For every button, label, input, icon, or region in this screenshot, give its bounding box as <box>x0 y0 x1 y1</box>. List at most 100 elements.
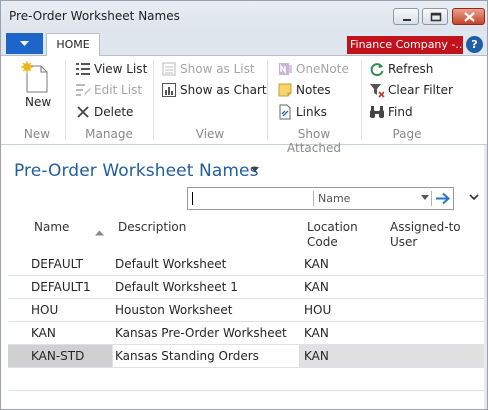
view-list-button[interactable]: View List <box>75 60 147 78</box>
apply-filter-arrow-icon[interactable] <box>434 191 452 206</box>
cell-description: Kansas Standing Orders <box>115 349 259 363</box>
search-input[interactable] <box>194 191 309 207</box>
onenote-icon <box>279 63 292 75</box>
cell-location-code: HOU <box>304 303 332 317</box>
help-icon[interactable]: ? <box>466 36 483 53</box>
filter-divider <box>431 191 432 206</box>
table-row[interactable]: DEFAULT Default Worksheet KAN <box>8 253 484 275</box>
chart-icon <box>162 83 176 97</box>
new-button-label: New <box>25 95 52 109</box>
new-document-icon <box>21 61 48 93</box>
column-header-location-code-line1: Location <box>307 220 358 234</box>
expand-filter-icon[interactable] <box>469 194 479 201</box>
company-badge[interactable]: Finance Company -... <box>347 36 463 54</box>
group-label-show-attached: Show Attached <box>287 127 341 155</box>
table-row[interactable]: DEFAULT1 Default Worksheet 1 KAN <box>8 276 484 298</box>
column-header-location-code-line2: Code <box>307 235 338 249</box>
cell-name: HOU <box>31 303 59 317</box>
list-icon <box>162 62 176 76</box>
column-header-assigned-to-user-line2: User <box>390 235 418 249</box>
delete-icon <box>77 106 89 118</box>
row-divider <box>8 367 484 368</box>
title-dropdown-icon[interactable] <box>251 167 259 173</box>
cell-name: KAN-STD <box>31 349 85 363</box>
cell-name: DEFAULT1 <box>31 280 91 294</box>
cell-location-code: KAN <box>304 257 329 271</box>
cell-description: Houston Worksheet <box>115 303 233 317</box>
minimize-icon <box>403 19 411 21</box>
maximize-icon <box>430 12 442 22</box>
group-divider <box>267 60 268 140</box>
title-bar: Pre-Order Worksheet Names <box>1 1 487 31</box>
group-label-page: Page <box>392 127 422 141</box>
clear-filter-button[interactable]: Clear Filter <box>369 81 453 99</box>
links-label: Links <box>296 105 327 119</box>
delete-button[interactable]: Delete <box>75 103 135 121</box>
group-divider <box>153 60 154 140</box>
close-icon <box>464 12 475 22</box>
ribbon: New New View List Edit List Delete Manag… <box>1 56 487 155</box>
cell-location-code: KAN <box>304 326 329 340</box>
edit-list-button[interactable]: Edit List <box>75 81 147 99</box>
column-header-assigned-to-user[interactable]: Assigned-to User <box>390 220 461 250</box>
vertical-scrollbar[interactable] <box>484 145 487 409</box>
onenote-button[interactable]: OneNote <box>277 60 349 78</box>
cell-name: KAN <box>31 326 56 340</box>
close-button[interactable] <box>452 8 485 25</box>
notes-icon <box>278 83 292 97</box>
group-label-new: New <box>23 127 51 141</box>
window-title: Pre-Order Worksheet Names <box>9 9 180 23</box>
filter-field-select[interactable]: Name <box>318 192 350 205</box>
maximize-button[interactable] <box>422 8 448 25</box>
links-icon <box>279 104 291 120</box>
binoculars-icon <box>370 106 384 118</box>
notes-label: Notes <box>296 83 331 97</box>
edit-list-label: Edit List <box>94 83 143 97</box>
filter-divider <box>313 191 314 206</box>
refresh-label: Refresh <box>388 62 434 76</box>
app-window: Pre-Order Worksheet Names HOME Finance C… <box>0 0 488 410</box>
row-divider <box>8 390 484 391</box>
refresh-icon <box>370 63 384 77</box>
cell-description: Default Worksheet 1 <box>115 280 238 294</box>
new-button[interactable]: New <box>17 61 57 117</box>
app-menu-button[interactable] <box>6 33 43 54</box>
cell-description: Default Worksheet <box>115 257 227 271</box>
onenote-label: OneNote <box>296 62 349 76</box>
filter-bar: Name <box>187 187 454 210</box>
chevron-down-icon[interactable] <box>421 195 429 201</box>
find-label: Find <box>388 105 413 119</box>
text-caret <box>192 192 193 205</box>
column-header-description[interactable]: Description <box>118 220 186 235</box>
cell-name: DEFAULT <box>31 257 83 271</box>
view-list-label: View List <box>94 62 148 76</box>
tab-home[interactable]: HOME <box>46 33 100 56</box>
clear-filter-label: Clear Filter <box>388 83 453 97</box>
show-as-list-button[interactable]: Show as List <box>161 60 255 78</box>
find-button[interactable]: Find <box>369 103 419 121</box>
delete-label: Delete <box>94 105 134 119</box>
sort-ascending-icon <box>95 230 104 236</box>
group-label-manage: Manage <box>85 127 133 141</box>
cell-description: Kansas Pre-Order Worksheet <box>115 326 287 340</box>
column-header-assigned-to-user-line1: Assigned-to <box>390 220 461 234</box>
show-as-chart-label: Show as Chart <box>180 83 267 97</box>
chevron-down-icon <box>20 41 29 46</box>
links-button[interactable]: Links <box>277 103 337 121</box>
table-row[interactable]: KAN Kansas Pre-Order Worksheet KAN <box>8 322 484 344</box>
clear-filter-icon <box>370 84 385 98</box>
cell-location-code: KAN <box>304 280 329 294</box>
column-header-name[interactable]: Name <box>34 220 69 235</box>
table-row-selected[interactable]: KAN-STD Kansas Standing Orders KAN <box>8 345 484 367</box>
notes-button[interactable]: Notes <box>277 81 337 99</box>
show-as-list-label: Show as List <box>180 62 255 76</box>
show-as-chart-button[interactable]: Show as Chart <box>161 81 267 99</box>
minimize-button[interactable] <box>393 8 419 25</box>
column-header-location-code[interactable]: Location Code <box>307 220 358 250</box>
edit-list-icon <box>76 84 91 96</box>
group-divider <box>65 60 66 140</box>
refresh-button[interactable]: Refresh <box>369 60 433 78</box>
cell-location-code: KAN <box>304 349 329 363</box>
table-row[interactable]: HOU Houston Worksheet HOU <box>8 299 484 321</box>
page-title: Pre-Order Worksheet Names <box>14 161 259 181</box>
